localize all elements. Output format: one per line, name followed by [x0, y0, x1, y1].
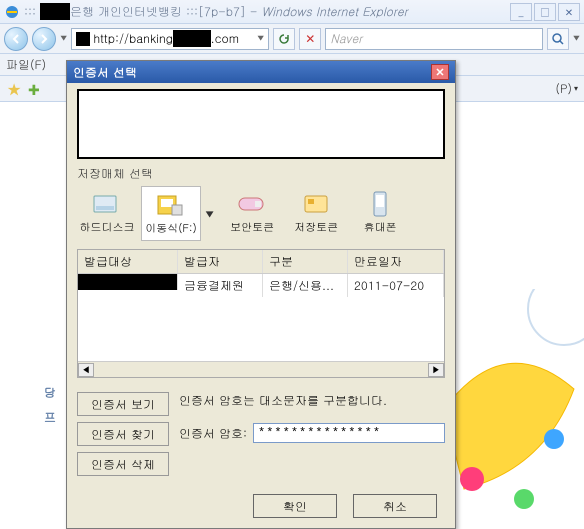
storage-media-label: 저장매체 선택 [77, 165, 445, 182]
col-type[interactable]: 구분 [263, 250, 348, 273]
url-prefix: http://banking [93, 30, 173, 47]
scroll-left-icon[interactable]: ◀ [78, 363, 94, 377]
media-harddisk[interactable]: 하드디스크 [77, 186, 137, 239]
password-label: 인증서 암호: [179, 425, 247, 442]
ok-button[interactable]: 확인 [253, 494, 337, 518]
browser-titlebar: ::: XXXX은행 개인인터넷뱅킹 :::[7p-b7] - Windows … [0, 0, 584, 24]
col-subject[interactable]: 발급대상 [78, 250, 178, 273]
media-dropdown-icon[interactable]: ▼ [205, 207, 214, 221]
menu-file[interactable]: 파일(F) [6, 56, 46, 73]
media-store-token[interactable]: 저장토큰 [286, 186, 346, 239]
dialog-title: 인증서 선택 [73, 64, 137, 81]
store-token-icon [300, 190, 332, 218]
window-title: ::: XXXX은행 개인인터넷뱅킹 :::[7p-b7] - Windows … [24, 3, 510, 20]
col-expiry[interactable]: 만료일자 [348, 250, 444, 273]
media-phone[interactable]: 휴대폰 [350, 186, 410, 239]
stop-button[interactable]: ✕ [299, 28, 321, 50]
media-removable[interactable]: 이동식(F:) [141, 186, 201, 241]
certificate-dialog: 인증서 선택 ✕ 저장매체 선택 하드디스크 이동식(F:) ▼ [66, 60, 456, 529]
table-body-empty [78, 297, 444, 361]
add-favorite-icon[interactable]: ✚ [28, 79, 40, 99]
dialog-logo-area [77, 89, 445, 159]
password-input[interactable] [253, 423, 445, 443]
ie-icon [4, 4, 20, 20]
dialog-close-button[interactable]: ✕ [431, 64, 449, 80]
url-suffix: .com [211, 30, 239, 47]
search-button[interactable] [547, 28, 569, 50]
page-heading: 당 프 [44, 384, 56, 426]
find-cert-button[interactable]: 인증서 찾기 [77, 422, 169, 446]
favorites-icon[interactable]: ★ [6, 77, 22, 100]
toolbar-p-dropdown-icon[interactable]: ▾ [574, 83, 578, 94]
table-row[interactable]: 금융결제원 은행/신용... 2011-07-20 [78, 274, 444, 297]
forward-button[interactable] [32, 27, 56, 51]
back-button[interactable] [4, 27, 28, 51]
media-security-token[interactable]: 보안토큰 [222, 186, 282, 239]
address-bar[interactable]: http://banking XXXXX .com ▼ [71, 28, 269, 50]
col-issuer[interactable]: 발급자 [178, 250, 263, 273]
toolbar-p-label[interactable]: (P) [555, 80, 572, 97]
refresh-button[interactable] [273, 28, 295, 50]
delete-cert-button[interactable]: 인증서 삭제 [77, 452, 169, 476]
removable-disk-icon [155, 191, 187, 219]
dialog-titlebar: 인증서 선택 ✕ [67, 61, 455, 83]
password-hint: 인증서 암호는 대소문자를 구분합니다. [179, 392, 445, 409]
cancel-button[interactable]: 취소 [353, 494, 437, 518]
browser-navbar: ▼ http://banking XXXXX .com ▼ ✕ Naver ▼ [0, 24, 584, 54]
certificate-table: 발급대상 발급자 구분 만료일자 금융결제원 은행/신용... 2011-07-… [77, 249, 445, 378]
search-placeholder: Naver [330, 30, 362, 47]
maximize-button[interactable]: □ [534, 3, 556, 21]
cell-type: 은행/신용... [263, 274, 348, 297]
phone-icon [364, 190, 396, 218]
cell-subject [78, 274, 178, 290]
nav-dropdown-icon[interactable]: ▼ [60, 33, 67, 44]
cell-expiry: 2011-07-20 [348, 274, 444, 297]
security-token-icon [236, 190, 268, 218]
table-hscrollbar[interactable]: ◀ ▶ [78, 361, 444, 377]
url-dropdown-icon[interactable]: ▼ [257, 33, 264, 44]
cell-issuer: 금융결제원 [178, 274, 263, 297]
harddisk-icon [91, 190, 123, 218]
search-dropdown-icon[interactable]: ▼ [573, 33, 580, 44]
storage-media-row: 하드디스크 이동식(F:) ▼ 보안토큰 저장토큰 [77, 186, 445, 241]
table-header: 발급대상 발급자 구분 만료일자 [78, 250, 444, 274]
minimize-button[interactable]: _ [510, 3, 532, 21]
view-cert-button[interactable]: 인증서 보기 [77, 392, 169, 416]
scroll-right-icon[interactable]: ▶ [428, 363, 444, 377]
search-box[interactable]: Naver [325, 28, 542, 50]
close-window-button[interactable]: ✕ [558, 3, 580, 21]
